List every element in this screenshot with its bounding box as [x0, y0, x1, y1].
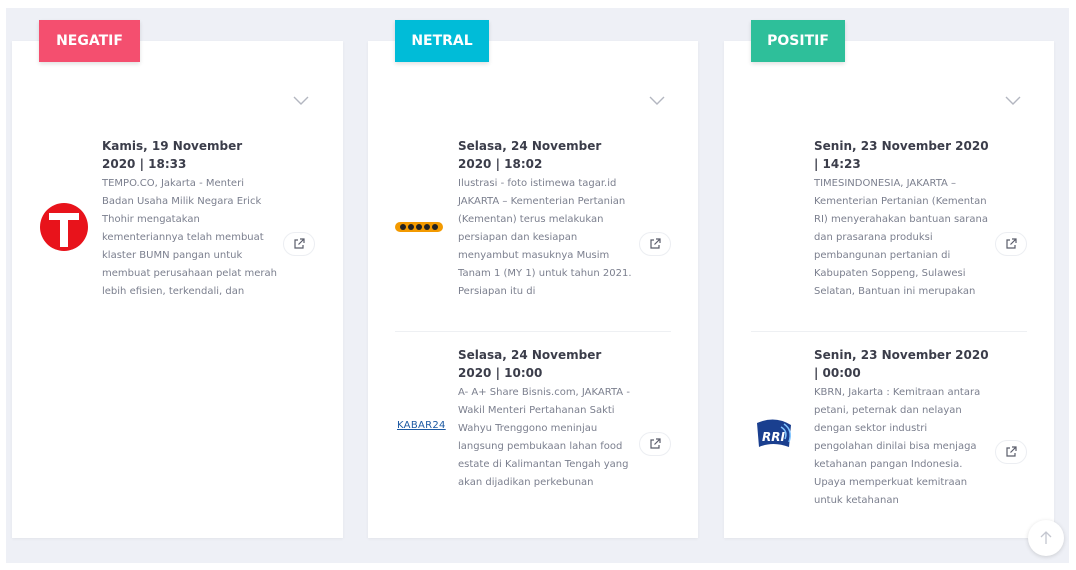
negative-badge: NEGATIF [39, 20, 140, 62]
chevron-down-icon[interactable] [1005, 96, 1021, 106]
news-item: RRI Senin, 23 November 2020 | 00:00 KBRN… [751, 346, 1041, 516]
news-item: Kamis, 19 November 2020 | 18:33 TEMPO.CO… [39, 137, 329, 317]
external-link-icon [650, 438, 661, 449]
open-link-button[interactable] [995, 440, 1027, 464]
kabar24-logo-icon: KABAR24 [397, 420, 446, 431]
external-link-icon [1006, 238, 1017, 249]
arrow-up-icon [1040, 531, 1052, 544]
news-item-excerpt: KBRN, Jakarta : Kemitraan antara petani,… [814, 387, 981, 506]
positive-badge: POSITIF [751, 20, 845, 62]
external-link-icon [650, 238, 661, 249]
open-link-button[interactable] [283, 232, 315, 256]
chevron-down-icon[interactable] [293, 96, 309, 106]
rri-logo-text: RRI [762, 430, 785, 444]
news-item-excerpt: A- A+ Share Bisnis.com, JAKARTA - Wakil … [458, 387, 630, 488]
news-item-excerpt: Ilustrasi - foto istimewa tagar.id JAKAR… [458, 178, 632, 297]
news-item-title[interactable]: Selasa, 24 November 2020 | 18:02 [458, 137, 633, 173]
news-item-title[interactable]: Senin, 23 November 2020 | 14:23 [814, 137, 989, 173]
news-item-excerpt: TEMPO.CO, Jakarta - Menteri Badan Usaha … [102, 178, 277, 297]
external-link-icon [294, 238, 305, 249]
news-item: KABAR24 Selasa, 24 November 2020 | 10:00… [395, 346, 685, 516]
news-item: Senin, 23 November 2020 | 14:23 TIMESIND… [751, 137, 1041, 317]
inews-logo-icon [395, 222, 443, 232]
open-link-button[interactable] [639, 232, 671, 256]
scroll-to-top-button[interactable] [1028, 520, 1064, 556]
news-item-title[interactable]: Senin, 23 November 2020 | 00:00 [814, 346, 989, 382]
open-link-button[interactable] [995, 232, 1027, 256]
news-item-excerpt: TIMESINDONESIA, JAKARTA – Kementerian Pe… [814, 178, 989, 297]
neutral-badge: NETRAL [395, 20, 489, 62]
chevron-down-icon[interactable] [649, 96, 665, 106]
news-item-title[interactable]: Selasa, 24 November 2020 | 10:00 [458, 346, 633, 382]
item-divider [395, 331, 671, 332]
news-item: Selasa, 24 November 2020 | 18:02 Ilustra… [395, 137, 685, 317]
rri-logo-icon: RRI [757, 419, 791, 447]
item-divider [751, 331, 1027, 332]
open-link-button[interactable] [639, 432, 671, 456]
news-item-title[interactable]: Kamis, 19 November 2020 | 18:33 [102, 137, 277, 173]
external-link-icon [1006, 446, 1017, 457]
tempo-logo-icon [40, 203, 88, 251]
